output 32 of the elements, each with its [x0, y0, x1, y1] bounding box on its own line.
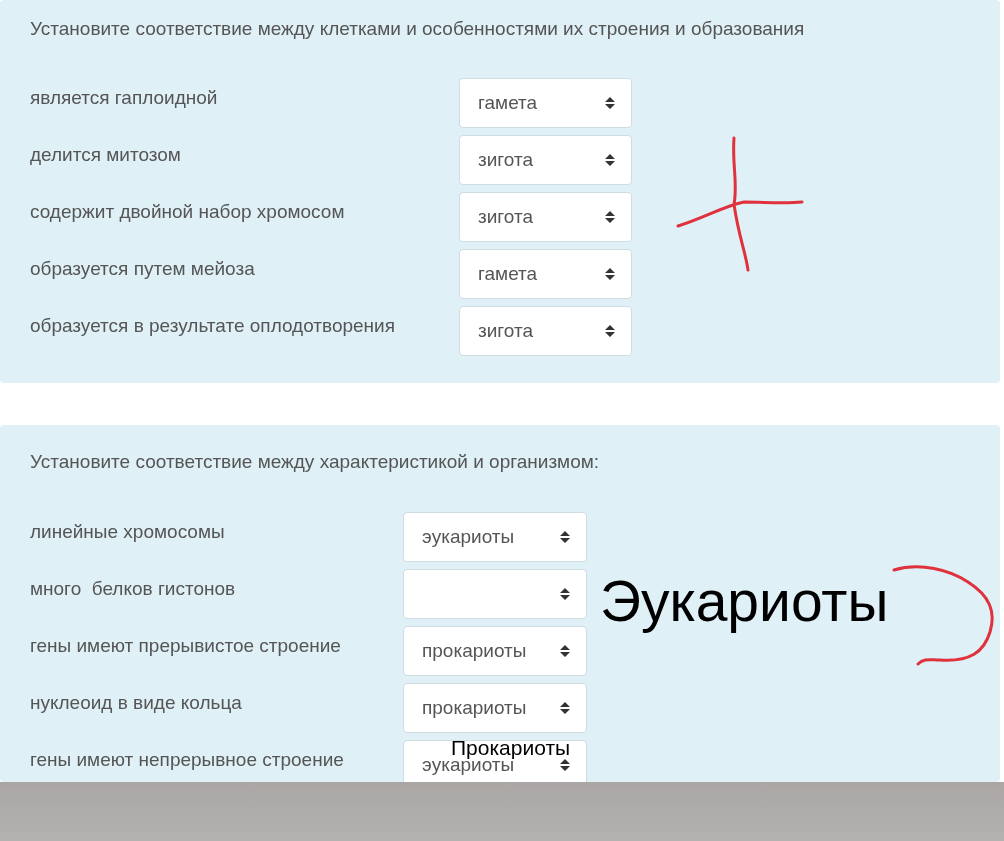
sort-caret-icon [560, 587, 570, 601]
annotation-text: Эукариоты [600, 568, 889, 634]
select-field[interactable] [403, 569, 587, 619]
row-label: делится митозом [30, 143, 181, 167]
sort-caret-icon [605, 153, 615, 167]
select-field[interactable]: зигота [459, 135, 632, 185]
select-field[interactable]: прокариоты [403, 626, 587, 676]
sort-caret-icon [605, 324, 615, 338]
select-field[interactable]: прокариоты [403, 683, 587, 733]
select-field[interactable]: зигота [459, 192, 632, 242]
row-label: нуклеоид в виде кольца [30, 691, 242, 715]
sort-caret-icon [605, 267, 615, 281]
row-label: является гаплоидной [30, 86, 218, 110]
sort-caret-icon [605, 210, 615, 224]
row-label: гены имеют непрерывное строение [30, 748, 344, 772]
sort-caret-icon [560, 530, 570, 544]
question-prompt: Установите соответствие между характеристикой и организмом: [30, 450, 601, 474]
select-field[interactable]: гамета [459, 78, 632, 128]
sort-caret-icon [560, 701, 570, 715]
sort-caret-icon [605, 96, 615, 110]
row-label: гены имеют прерывистое строение [30, 634, 341, 658]
row-label: образуется путем мейоза [30, 257, 255, 281]
select-field[interactable]: зигота [459, 306, 632, 356]
sort-caret-icon [560, 758, 570, 772]
row-label: линейные хромосомы [30, 520, 225, 544]
row-label: много белков гистонов [30, 577, 236, 601]
row-label: содержит двойной набор хромосом [30, 200, 345, 224]
select-field[interactable]: эукариоты [403, 512, 587, 562]
question-prompt: Установите соответствие между клетками и особенностями их строения и образования [30, 17, 806, 41]
select-field[interactable]: гамета [459, 249, 632, 299]
row-label: образуется в результате оплодотворения [30, 314, 395, 338]
sort-caret-icon [560, 644, 570, 658]
